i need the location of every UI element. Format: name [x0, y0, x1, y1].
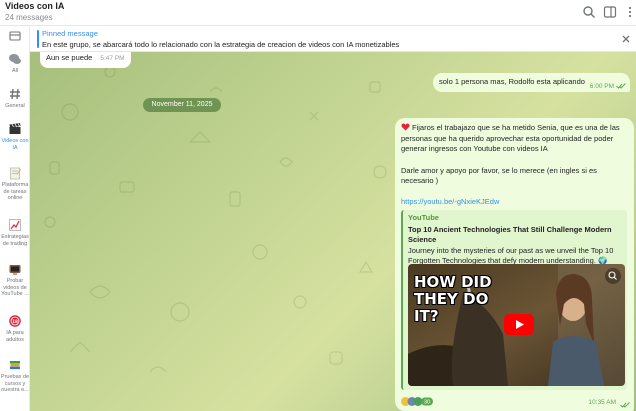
sidebar-item-ia-adultos[interactable]: 18 IA para adultos — [0, 314, 30, 343]
more-vertical-icon[interactable] — [623, 5, 636, 19]
folders-sidebar: All General Videos con IA Plataforma de … — [0, 26, 30, 411]
tv-icon — [9, 265, 21, 275]
message-text: solo 1 persona mas, Rodolfo esta aplican… — [439, 77, 585, 86]
pinned-accent-bar — [37, 30, 39, 48]
zoom-icon[interactable] — [605, 268, 621, 284]
message-outgoing-with-link[interactable]: Fijaros el trabajazo que se ha metido Se… — [395, 118, 634, 411]
sidebar-item-general[interactable]: General — [0, 87, 30, 110]
double-check-icon — [620, 402, 630, 408]
member-count: 24 messages — [5, 13, 53, 22]
message-outgoing[interactable]: solo 1 persona mas, Rodolfo esta aplican… — [433, 73, 630, 92]
sidebar-item-videos-ia[interactable]: Videos con IA — [0, 122, 30, 151]
hash-icon — [10, 88, 20, 100]
sidebar-item-label: General — [5, 103, 25, 109]
message-text: Aun se puede — [46, 53, 93, 62]
message-time: 5:47 PM — [100, 55, 125, 62]
double-check-icon — [616, 83, 626, 89]
chat-area: Aun se puede 5:47 PM solo 1 persona mas,… — [30, 52, 636, 411]
thumbnail-text: HOW DID THEY DO IT? — [414, 273, 492, 325]
sidebar-item-youtube[interactable]: Probar videos de YouTube ... — [0, 262, 30, 298]
chart-up-icon — [9, 219, 21, 231]
sidebar-item-trading[interactable]: Estrategias de trading — [0, 218, 30, 247]
message-paragraph: Fijaros el trabajazo que se ha metido Se… — [401, 123, 628, 155]
folder-stack-icon — [9, 31, 21, 41]
sidebar-item-label: Videos con IA — [1, 138, 29, 151]
message-time: 6:00 PM — [589, 83, 614, 90]
chat-header: Videos con IA 24 messages — [0, 0, 636, 26]
sidebar-item-all[interactable]: All — [0, 52, 30, 75]
clapper-icon — [9, 123, 21, 134]
link-preview[interactable]: YouTube Top 10 Ancient Technologies That… — [401, 210, 627, 390]
date-separator: November 11, 2025 — [143, 98, 221, 112]
heart-emoji-icon — [401, 123, 410, 131]
sidebar-item-label: Plataforma de tareas online — [1, 182, 29, 201]
chats-icon — [9, 54, 21, 64]
sidebar-item-folders[interactable] — [0, 29, 30, 43]
chat-title[interactable]: Videos con IA — [5, 1, 64, 11]
youtube-play-icon[interactable] — [504, 314, 534, 335]
video-thumbnail[interactable]: HOW DID THEY DO IT? — [408, 264, 625, 386]
message-time: 10:35 AM — [588, 398, 616, 406]
sidebar-item-label: Pruebas de cursos y nuestra e... — [0, 374, 30, 393]
pinned-message-bar[interactable]: Pinned message En este grupo, se abarcar… — [30, 26, 636, 52]
preview-source: YouTube — [408, 213, 439, 222]
sidebar-item-tareas[interactable]: Plataforma de tareas online — [0, 166, 30, 202]
close-icon[interactable] — [620, 33, 632, 45]
message-paragraph: Darle amor y apoyo por favor, se lo mere… — [401, 165, 597, 186]
reactions-bar[interactable]: 30 — [400, 396, 434, 407]
message-incoming[interactable]: Aun se puede 5:47 PM — [40, 52, 131, 68]
notepad-icon — [10, 167, 21, 180]
reaction-count: 30 — [424, 400, 430, 406]
sidebar-item-label: Estrategias de trading — [1, 234, 29, 247]
message-text: Fijaros el trabajazo que se ha metido Se… — [401, 123, 620, 153]
preview-title: Top 10 Ancient Technologies That Still C… — [408, 224, 612, 244]
sidebar-item-label: Probar videos de YouTube ... — [1, 278, 29, 297]
message-link[interactable]: https://youtu.be/-gNxieKJEdw — [401, 197, 628, 208]
search-icon[interactable] — [582, 5, 596, 19]
pinned-text: En este grupo, se abarcará todo lo relac… — [42, 40, 400, 49]
adults-only-icon: 18 — [9, 315, 21, 327]
svg-text:18: 18 — [12, 319, 18, 324]
sidebar-item-label: All — [11, 68, 19, 74]
pinned-title: Pinned message — [42, 29, 98, 38]
sidebar-item-label: IA para adultos — [6, 330, 24, 343]
sidebar-item-cursos[interactable]: Pruebas de cursos y nuestra e... — [0, 358, 30, 394]
books-icon — [10, 361, 20, 370]
sidebar-toggle-icon[interactable] — [603, 5, 617, 19]
